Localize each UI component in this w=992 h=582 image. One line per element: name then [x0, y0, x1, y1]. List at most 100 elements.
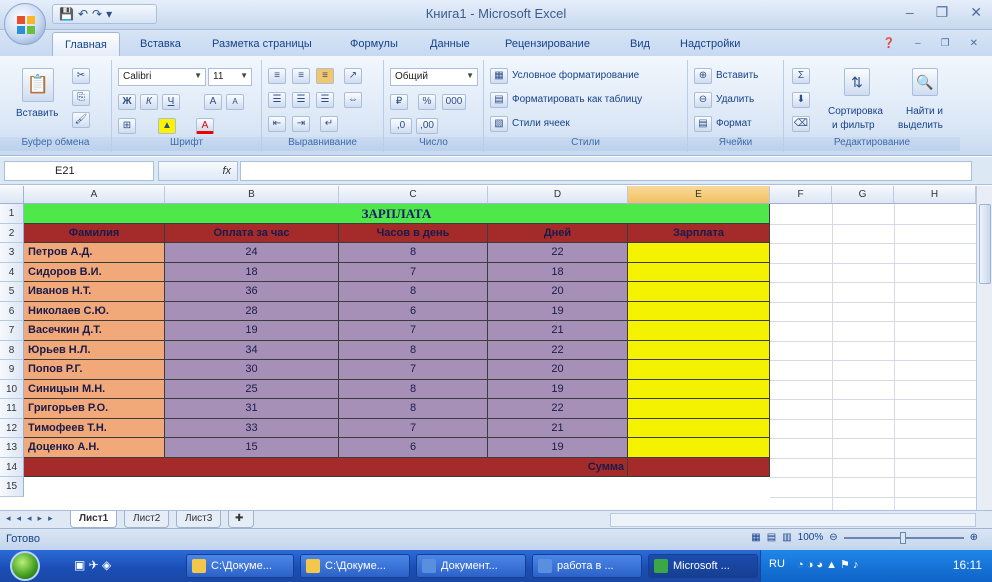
- row-header[interactable]: 8: [0, 340, 24, 360]
- column-header-c[interactable]: C: [339, 186, 488, 204]
- table-header-cell[interactable]: Зарплата: [628, 223, 770, 243]
- bold-icon[interactable]: Ж: [118, 94, 136, 110]
- employee-name-cell[interactable]: Доценко А.Н.: [24, 438, 165, 458]
- fx-icon[interactable]: fx: [158, 161, 238, 181]
- row-header[interactable]: 6: [0, 301, 24, 321]
- zoom-slider[interactable]: [843, 531, 964, 544]
- data-cell[interactable]: 18: [165, 262, 339, 282]
- sheet-nav-arrows-icon[interactable]: ◂◂◂▸▸: [6, 513, 59, 524]
- data-cell[interactable]: 19: [488, 379, 628, 399]
- data-cell[interactable]: 20: [488, 360, 628, 380]
- quick-launch-icons[interactable]: ▣ ✈ ◈: [74, 558, 111, 572]
- underline-icon[interactable]: Ч: [162, 94, 180, 110]
- data-cell[interactable]: 25: [165, 379, 339, 399]
- autosum-icon[interactable]: Σ: [792, 68, 810, 84]
- taskbar-button-work[interactable]: работа в ...: [532, 554, 642, 578]
- salary-cell[interactable]: [628, 262, 770, 282]
- row-header[interactable]: 12: [0, 418, 24, 438]
- data-cell[interactable]: 7: [339, 418, 488, 438]
- salary-cell[interactable]: [628, 243, 770, 263]
- ribbon-close-icon[interactable]: ✕: [970, 38, 978, 49]
- data-cell[interactable]: 6: [339, 438, 488, 458]
- row-header[interactable]: 4: [0, 262, 24, 282]
- vertical-scrollbar[interactable]: [976, 186, 992, 510]
- currency-icon[interactable]: ₽: [390, 94, 408, 110]
- data-cell[interactable]: 21: [488, 321, 628, 341]
- row-header[interactable]: 3: [0, 243, 24, 263]
- row-header[interactable]: 15: [0, 477, 24, 497]
- table-header-cell[interactable]: Фамилия: [24, 223, 165, 243]
- tab-home[interactable]: Главная: [52, 32, 120, 56]
- row-header[interactable]: 11: [0, 399, 24, 419]
- close-icon[interactable]: ✕: [970, 4, 982, 21]
- sort-filter-line2[interactable]: и фильтр: [832, 120, 875, 131]
- zoom-level[interactable]: 100%: [798, 532, 824, 543]
- table-header-cell[interactable]: Оплата за час: [165, 223, 339, 243]
- language-indicator[interactable]: RU: [769, 558, 785, 570]
- data-cell[interactable]: 21: [488, 418, 628, 438]
- row-header[interactable]: 9: [0, 360, 24, 380]
- table-header-cell[interactable]: Часов в день: [339, 223, 488, 243]
- salary-cell[interactable]: [628, 418, 770, 438]
- decrease-decimal-icon[interactable]: ,00: [416, 118, 438, 134]
- restore-icon[interactable]: ❐: [936, 4, 949, 21]
- font-name-select[interactable]: Calibri ▼: [118, 68, 206, 86]
- format-cells-button[interactable]: Формат: [716, 118, 752, 129]
- thousands-icon[interactable]: 000: [442, 94, 466, 110]
- column-header-g[interactable]: G: [832, 186, 894, 204]
- data-cell[interactable]: 28: [165, 301, 339, 321]
- column-header-e[interactable]: E: [628, 186, 770, 204]
- align-right-icon[interactable]: ☰: [316, 92, 334, 108]
- ribbon-restore-icon[interactable]: ❐: [941, 38, 950, 49]
- name-box[interactable]: E21: [4, 161, 154, 181]
- office-button[interactable]: [4, 3, 46, 45]
- salary-cell[interactable]: [628, 282, 770, 302]
- salary-cell[interactable]: [628, 301, 770, 321]
- taskbar-button-folder1[interactable]: C:\Докуме...: [186, 554, 294, 578]
- font-size-select[interactable]: 11 ▼: [208, 68, 252, 86]
- sheet-tab-2[interactable]: Лист2: [124, 511, 170, 528]
- orientation-icon[interactable]: ↗: [344, 68, 362, 84]
- data-cell[interactable]: 30: [165, 360, 339, 380]
- employee-name-cell[interactable]: Григорьев Р.О.: [24, 399, 165, 419]
- employee-name-cell[interactable]: Юрьев Н.Л.: [24, 340, 165, 360]
- format-painter-icon[interactable]: 🖌: [72, 112, 90, 128]
- data-cell[interactable]: 7: [339, 321, 488, 341]
- data-cell[interactable]: 22: [488, 340, 628, 360]
- number-format-select[interactable]: Общий ▼: [390, 68, 478, 86]
- data-cell[interactable]: 15: [165, 438, 339, 458]
- taskbar-button-document[interactable]: Документ...: [416, 554, 526, 578]
- tab-formulas[interactable]: Формулы: [350, 38, 398, 50]
- employee-name-cell[interactable]: Попов Р.Г.: [24, 360, 165, 380]
- paste-icon[interactable]: 📋: [22, 68, 54, 102]
- help-icon[interactable]: ❓: [883, 38, 895, 49]
- employee-name-cell[interactable]: Николаев С.Ю.: [24, 301, 165, 321]
- scroll-thumb[interactable]: [979, 204, 991, 284]
- fill-icon[interactable]: ⬇: [792, 92, 810, 108]
- align-middle-icon[interactable]: ≡: [292, 68, 310, 84]
- total-label[interactable]: Сумма: [540, 458, 628, 478]
- salary-cell[interactable]: [628, 438, 770, 458]
- tab-review[interactable]: Рецензирование: [505, 38, 590, 50]
- page-layout-view-icon[interactable]: ▤: [767, 532, 776, 543]
- tab-addins[interactable]: Надстройки: [680, 38, 740, 50]
- ribbon-minimize-icon[interactable]: –: [915, 38, 921, 49]
- row-header[interactable]: 2: [0, 223, 24, 243]
- data-cell[interactable]: 19: [488, 438, 628, 458]
- salary-cell[interactable]: [628, 340, 770, 360]
- total-cell[interactable]: [628, 457, 770, 477]
- cut-icon[interactable]: ✂: [72, 68, 90, 84]
- employee-name-cell[interactable]: Тимофеев Т.Н.: [24, 418, 165, 438]
- employee-name-cell[interactable]: Иванов Н.Т.: [24, 282, 165, 302]
- data-cell[interactable]: 20: [488, 282, 628, 302]
- conditional-format-button[interactable]: Условное форматирование: [512, 70, 639, 81]
- table-header-cell[interactable]: Дней: [488, 223, 628, 243]
- sheet-tab-1[interactable]: Лист1: [70, 511, 118, 528]
- tab-insert[interactable]: Вставка: [140, 38, 181, 50]
- format-as-table-button[interactable]: Форматировать как таблицу: [512, 94, 642, 105]
- data-cell[interactable]: 24: [165, 243, 339, 263]
- sheet-tab-3[interactable]: Лист3: [176, 511, 222, 528]
- sort-filter-line1[interactable]: Сортировка: [828, 106, 883, 117]
- row-header[interactable]: 14: [0, 457, 24, 477]
- column-header-b[interactable]: B: [165, 186, 339, 204]
